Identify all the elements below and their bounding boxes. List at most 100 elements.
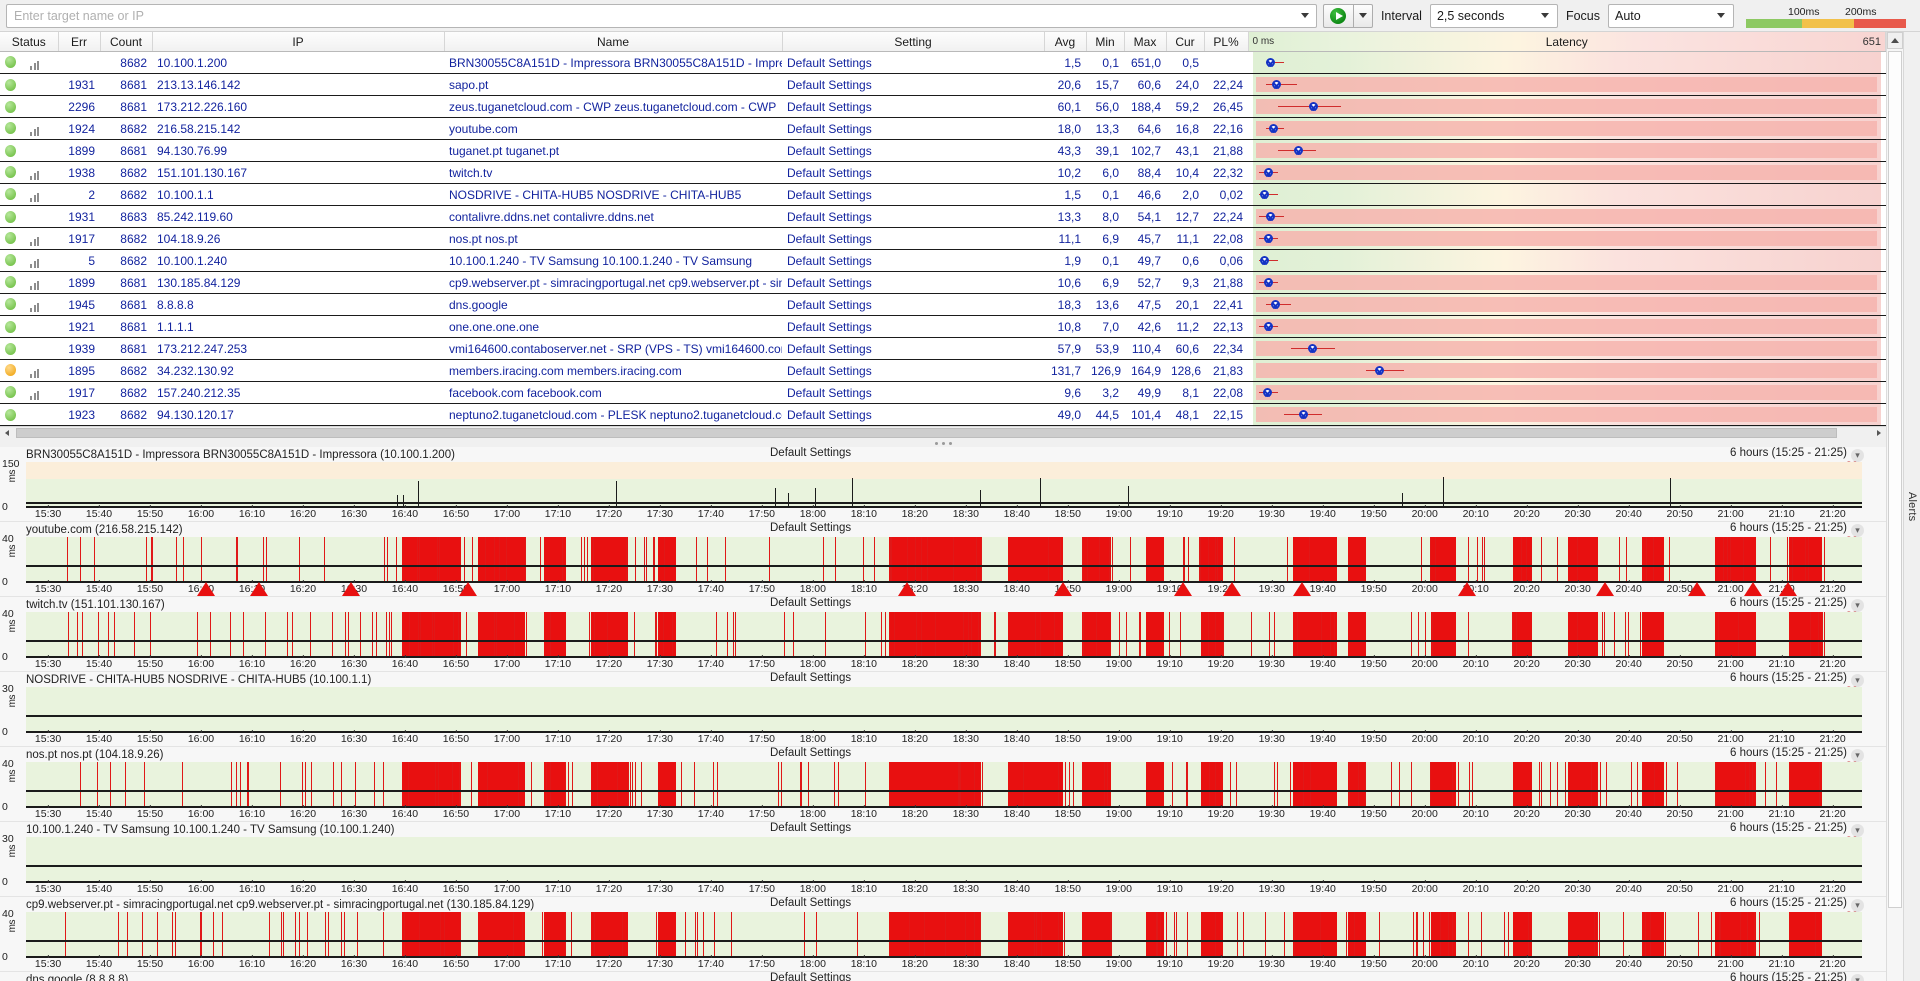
table-row[interactable]: 2296 8681 173.212.226.160 zeus.tuganetcloud…: [0, 95, 1886, 118]
table-row[interactable]: 1938 8682 151.101.130.167 twitch.tv Default …: [0, 161, 1886, 184]
graph-canvas[interactable]: [26, 462, 1862, 508]
graph-panel-setting[interactable]: Default Settings: [770, 897, 851, 909]
scroll-right-button[interactable]: [1872, 427, 1886, 439]
target-dropdown-icon[interactable]: [1294, 5, 1316, 27]
cell-ip[interactable]: 34.232.130.92: [152, 359, 444, 382]
cell-ip[interactable]: 8.8.8.8: [152, 293, 444, 316]
scroll-left-button[interactable]: [0, 427, 14, 439]
graph-plot-area[interactable]: 30 ms 0 30 Pack: [2, 833, 1862, 888]
cell-ip[interactable]: 94.130.120.17: [152, 403, 444, 426]
alerts-sidebar-tab[interactable]: Alerts: [1903, 32, 1920, 981]
cell-ip[interactable]: 10.100.1.200: [152, 51, 444, 74]
cell-setting[interactable]: Default Settings: [782, 73, 1044, 96]
cell-setting[interactable]: Default Settings: [782, 249, 1044, 272]
column-header-latency[interactable]: 0 ms Latency 651: [1248, 32, 1886, 52]
start-button-group[interactable]: [1322, 3, 1373, 28]
cell-latency[interactable]: [1248, 293, 1886, 316]
cell-latency[interactable]: [1248, 51, 1886, 74]
alarm-marker-icon[interactable]: [1292, 582, 1311, 596]
table-row[interactable]: 1899 8681 94.130.76.99 tuganet.pt tuganet.p…: [0, 139, 1886, 162]
scroll-up-button[interactable]: [1887, 32, 1903, 49]
table-row[interactable]: 1945 8681 8.8.8.8 dns.google Default Setting…: [0, 293, 1886, 316]
cell-ip[interactable]: 1.1.1.1: [152, 315, 444, 338]
alarm-marker-icon[interactable]: [1223, 582, 1242, 596]
hscroll-track[interactable]: [14, 427, 1872, 439]
alarm-marker-icon[interactable]: [1687, 582, 1706, 596]
graph-panel-range[interactable]: 6 hours (15:25 - 21:25) ▾: [1730, 597, 1864, 612]
graph-canvas[interactable]: [26, 762, 1862, 808]
latency-graph-panel[interactable]: dns.google (8.8.8.8) Default Settings 6 …: [0, 972, 1886, 981]
graph-panel-range[interactable]: 6 hours (15:25 - 21:25) ▾: [1730, 522, 1864, 537]
cell-latency[interactable]: [1248, 161, 1886, 184]
cell-ip[interactable]: 10.100.1.1: [152, 183, 444, 206]
latency-graph-panel[interactable]: BRN30055C8A151D - Impressora BRN30055C8A…: [0, 447, 1886, 522]
cell-latency[interactable]: [1248, 73, 1886, 96]
latency-graph-panel[interactable]: youtube.com (216.58.215.142) Default Set…: [0, 522, 1886, 597]
cell-ip[interactable]: 213.13.146.142: [152, 73, 444, 96]
cell-latency[interactable]: [1248, 337, 1886, 360]
graph-canvas[interactable]: [26, 687, 1862, 733]
alarm-marker-icon[interactable]: [459, 582, 478, 596]
graphs-vertical-scrollbar[interactable]: [1886, 32, 1903, 981]
focus-chevron-down-icon[interactable]: [1711, 5, 1731, 27]
alarm-marker-icon[interactable]: [341, 582, 360, 596]
cell-ip[interactable]: 85.242.119.60: [152, 205, 444, 228]
cell-setting[interactable]: Default Settings: [782, 51, 1044, 74]
vscroll-track[interactable]: [1887, 49, 1903, 981]
cell-latency[interactable]: [1248, 95, 1886, 118]
cell-setting[interactable]: Default Settings: [782, 293, 1044, 316]
target-combobox[interactable]: [6, 3, 1317, 28]
interval-chevron-down-icon[interactable]: [1535, 5, 1555, 27]
table-row[interactable]: 1895 8682 34.232.130.92 members.iracing.com…: [0, 359, 1886, 382]
column-header-pl[interactable]: PL%: [1204, 32, 1249, 52]
graph-panel-setting[interactable]: Default Settings: [770, 522, 851, 534]
table-row[interactable]: 8682 10.100.1.200 BRN30055C8A151D - Impres…: [0, 51, 1886, 74]
column-header-avg[interactable]: Avg: [1044, 32, 1087, 52]
graph-panel-setting[interactable]: Default Settings: [770, 972, 851, 981]
chevron-down-icon[interactable]: ▾: [1851, 974, 1864, 981]
cell-latency[interactable]: [1248, 205, 1886, 228]
graph-canvas[interactable]: [26, 537, 1862, 583]
cell-ip[interactable]: 10.100.1.240: [152, 249, 444, 272]
table-row[interactable]: 1939 8681 173.212.247.253 vmi164600.contabo…: [0, 337, 1886, 360]
alarm-marker-icon[interactable]: [1458, 582, 1477, 596]
graph-canvas[interactable]: [26, 912, 1862, 958]
vscroll-thumb[interactable]: [1888, 51, 1902, 909]
graph-plot-area[interactable]: 40 ms 0 30 Pack: [2, 608, 1862, 663]
column-header-name[interactable]: Name: [444, 32, 783, 52]
cell-setting[interactable]: Default Settings: [782, 183, 1044, 206]
alarm-marker-icon[interactable]: [1595, 582, 1614, 596]
alarm-marker-icon[interactable]: [249, 582, 268, 596]
graph-canvas[interactable]: [26, 837, 1862, 883]
cell-latency[interactable]: [1248, 381, 1886, 404]
graph-panel-range[interactable]: 6 hours (15:25 - 21:25) ▾: [1730, 972, 1864, 981]
graph-plot-area[interactable]: 40 ms 0 30 Pack: [2, 533, 1862, 588]
graph-panel-range[interactable]: 6 hours (15:25 - 21:25) ▾: [1730, 822, 1864, 837]
graph-canvas[interactable]: [26, 612, 1862, 658]
cell-ip[interactable]: 151.101.130.167: [152, 161, 444, 184]
start-options-dropdown[interactable]: [1352, 3, 1373, 28]
alarm-marker-icon[interactable]: [1054, 582, 1073, 596]
cell-latency[interactable]: [1248, 227, 1886, 250]
cell-setting[interactable]: Default Settings: [782, 337, 1044, 360]
focus-select[interactable]: Auto: [1608, 3, 1734, 28]
cell-ip[interactable]: 216.58.215.142: [152, 117, 444, 140]
column-header-err[interactable]: Err: [58, 32, 101, 52]
cell-setting[interactable]: Default Settings: [782, 381, 1044, 404]
graph-panel-setting[interactable]: Default Settings: [770, 747, 851, 759]
cell-setting[interactable]: Default Settings: [782, 359, 1044, 382]
column-header-setting[interactable]: Setting: [782, 32, 1045, 52]
column-header-min[interactable]: Min: [1086, 32, 1125, 52]
cell-latency[interactable]: [1248, 359, 1886, 382]
cell-ip[interactable]: 94.130.76.99: [152, 139, 444, 162]
table-row[interactable]: 2 8682 10.100.1.1 NOSDRIVE - CHITA-HUB5 NOS…: [0, 183, 1886, 206]
alarm-marker-icon[interactable]: [898, 582, 917, 596]
latency-graph-panel[interactable]: cp9.webserver.pt - simracingportugal.net…: [0, 897, 1886, 972]
cell-setting[interactable]: Default Settings: [782, 95, 1044, 118]
cell-latency[interactable]: [1248, 183, 1886, 206]
column-header-max[interactable]: Max: [1124, 32, 1167, 52]
cell-setting[interactable]: Default Settings: [782, 403, 1044, 426]
graph-panel-range[interactable]: 6 hours (15:25 - 21:25) ▾: [1730, 897, 1864, 912]
cell-latency[interactable]: [1248, 117, 1886, 140]
cell-setting[interactable]: Default Settings: [782, 117, 1044, 140]
